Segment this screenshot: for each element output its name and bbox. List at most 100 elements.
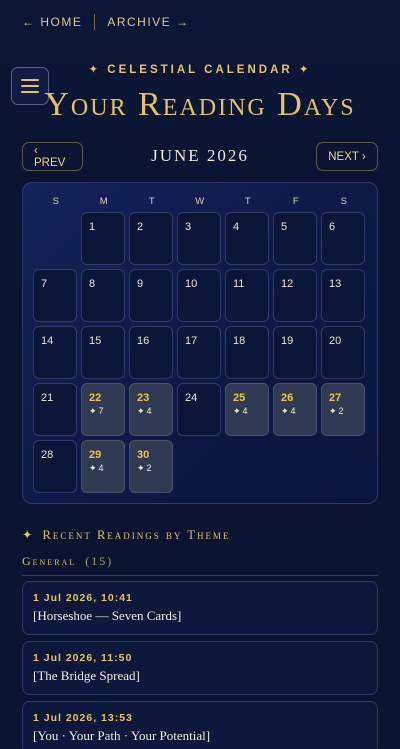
weekday-label: M <box>99 196 109 207</box>
day-number: 21 <box>41 392 54 404</box>
home-link[interactable]: ← HOME <box>22 15 82 29</box>
day-number: 29 <box>89 449 102 461</box>
reading-count: 2 <box>338 406 344 416</box>
calendar-day-cell[interactable]: 13 <box>321 269 365 322</box>
star-icon: ✦ <box>137 463 145 473</box>
day-number: 20 <box>329 335 342 347</box>
calendar-day-cell[interactable]: 29 ✦ 4 <box>81 440 125 493</box>
reading-count-badge: ✦ 4 <box>137 406 152 417</box>
star-icon: ✦ <box>233 406 241 416</box>
day-number: 3 <box>185 221 192 233</box>
day-number: 14 <box>41 335 54 347</box>
weekday-label: F <box>292 196 300 207</box>
recent-readings-heading: ✦ Recent Readings by Theme <box>22 527 230 543</box>
reading-item[interactable]: 1 Jul 2026, 13:53 [You · Your Path · You… <box>22 701 378 749</box>
archive-link[interactable]: ARCHIVE → <box>107 15 189 29</box>
menu-icon-bar <box>21 79 39 81</box>
calendar-day-cell[interactable]: 21 <box>33 383 77 436</box>
reading-count-badge: ✦ 2 <box>329 406 344 417</box>
day-number: 19 <box>281 335 294 347</box>
reading-count-badge: ✦ 4 <box>281 406 296 417</box>
reading-name: [You · Your Path · Your Potential] <box>33 728 211 743</box>
day-number: 1 <box>89 221 96 233</box>
day-number: 12 <box>281 278 294 290</box>
top-nav: ← HOME ARCHIVE → <box>22 14 190 30</box>
day-number: 8 <box>89 278 96 290</box>
next-month-button[interactable]: NEXT › <box>316 142 378 171</box>
calendar-day-cell[interactable]: 17 <box>177 326 221 379</box>
day-number: 18 <box>233 335 246 347</box>
recent-readings-title: Recent Readings by Theme <box>42 527 231 542</box>
day-number: 24 <box>185 392 198 404</box>
calendar-day-cell[interactable]: 26 ✦ 4 <box>273 383 317 436</box>
weekday-label: S <box>52 196 60 207</box>
day-number: 23 <box>137 392 150 404</box>
reading-name: [The Bridge Spread] <box>33 668 140 683</box>
day-number: 27 <box>329 392 342 404</box>
day-number: 10 <box>185 278 198 290</box>
star-icon: ✦ <box>137 406 145 416</box>
calendar-day-cell[interactable]: 15 <box>81 326 125 379</box>
day-number: 15 <box>89 335 102 347</box>
theme-group-name: General <box>22 554 77 568</box>
theme-group-count: (15) <box>85 554 114 568</box>
reading-count-badge: ✦ 7 <box>89 406 104 417</box>
day-number: 26 <box>281 392 294 404</box>
reading-count: 2 <box>146 463 152 473</box>
reading-item[interactable]: 1 Jul 2026, 11:50 [The Bridge Spread] <box>22 641 378 695</box>
day-number: 7 <box>41 278 48 290</box>
theme-group-header[interactable]: General (15) <box>22 554 378 576</box>
day-number: 2 <box>137 221 144 233</box>
star-icon: ✦ <box>329 406 337 416</box>
calendar-day-cell[interactable]: 25 ✦ 4 <box>225 383 269 436</box>
day-number: 13 <box>329 278 342 290</box>
calendar-day-cell[interactable]: 18 <box>225 326 269 379</box>
calendar-day-cell[interactable]: 24 <box>177 383 221 436</box>
calendar-day-cell[interactable]: 3 <box>177 212 221 265</box>
weekday-label: T <box>148 196 156 207</box>
reading-name: [Horseshoe — Seven Cards] <box>33 608 182 623</box>
day-number: 9 <box>137 278 144 290</box>
day-number: 16 <box>137 335 150 347</box>
calendar-day-cell[interactable]: 16 <box>129 326 173 379</box>
page-title: Your Reading Days <box>44 86 356 123</box>
day-number: 17 <box>185 335 198 347</box>
reading-item[interactable]: 1 Jul 2026, 10:41 [Horseshoe — Seven Car… <box>22 581 378 635</box>
star-icon: ✦ <box>22 528 35 542</box>
month-navigation: ‹ PREV JUNE 2026 NEXT › <box>22 142 378 172</box>
calendar-day-cell[interactable]: 27 ✦ 2 <box>321 383 365 436</box>
calendar-day-cell[interactable]: 28 <box>33 440 77 493</box>
reading-count-badge: ✦ 4 <box>233 406 248 417</box>
day-number: 25 <box>233 392 246 404</box>
calendar-day-cell[interactable]: 14 <box>33 326 77 379</box>
weekday-label: W <box>195 196 205 207</box>
star-icon: ✦ <box>89 406 97 416</box>
calendar-day-cell[interactable]: 6 <box>321 212 365 265</box>
calendar-day-cell[interactable]: 7 <box>33 269 77 322</box>
calendar-day-cell[interactable]: 8 <box>81 269 125 322</box>
nav-divider <box>94 14 96 30</box>
reading-count: 4 <box>146 406 152 416</box>
calendar-day-cell[interactable]: 4 <box>225 212 269 265</box>
calendar-day-cell[interactable]: 5 <box>273 212 317 265</box>
calendar-day-cell[interactable]: 22 ✦ 7 <box>81 383 125 436</box>
reading-count-badge: ✦ 2 <box>137 463 152 474</box>
weekday-header: S M T W T F S <box>32 196 368 207</box>
reading-count: 4 <box>98 463 104 473</box>
day-number: 28 <box>41 449 54 461</box>
page-eyebrow: ✦ CELESTIAL CALENDAR ✦ <box>88 64 312 76</box>
calendar-day-cell[interactable]: 11 <box>225 269 269 322</box>
calendar-day-cell[interactable]: 12 <box>273 269 317 322</box>
calendar-day-cell[interactable]: 9 <box>129 269 173 322</box>
calendar-day-cell[interactable]: 19 <box>273 326 317 379</box>
day-number: 11 <box>233 278 245 290</box>
calendar-day-cell[interactable]: 23 ✦ 4 <box>129 383 173 436</box>
calendar-day-cell[interactable]: 20 <box>321 326 365 379</box>
weekday-label: T <box>244 196 252 207</box>
calendar-grid: 1 2 3 4 5 6 7 8 9 10 11 12 13 14 15 16 17 18 19 20 21 22 ✦ 7 23 ✦… <box>33 212 367 496</box>
day-number: 22 <box>89 392 102 404</box>
calendar-day-cell[interactable]: 2 <box>129 212 173 265</box>
calendar-day-cell[interactable]: 10 <box>177 269 221 322</box>
calendar-day-cell[interactable]: 30 ✦ 2 <box>129 440 173 493</box>
calendar-day-cell[interactable]: 1 <box>81 212 125 265</box>
